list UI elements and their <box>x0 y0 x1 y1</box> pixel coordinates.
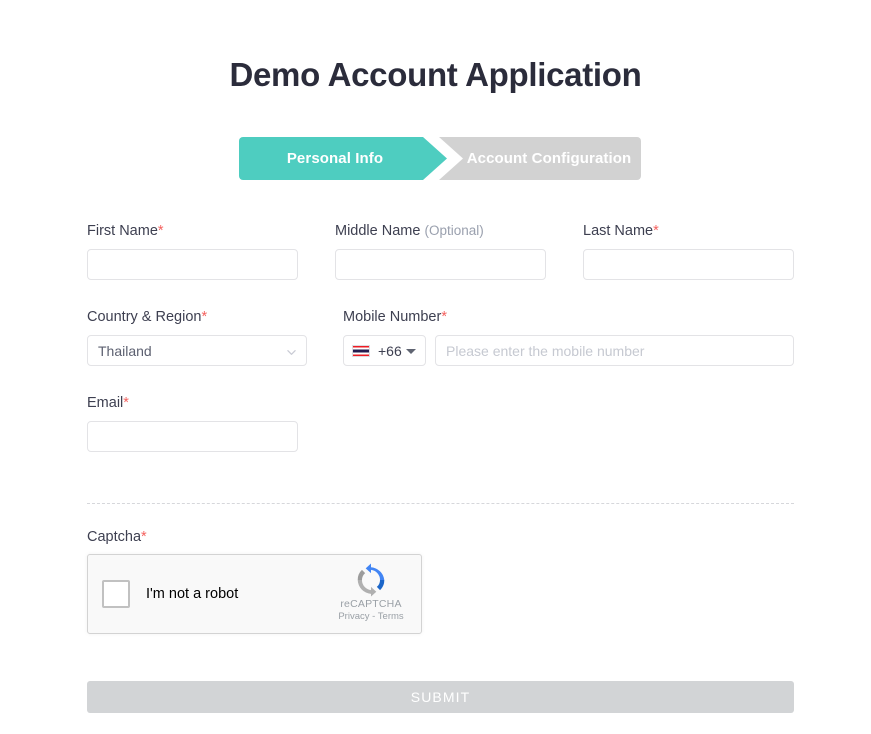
recaptcha-checkbox[interactable] <box>102 580 130 608</box>
country-region-label-text: Country & Region <box>87 309 202 325</box>
recaptcha-privacy-link[interactable]: Privacy <box>338 611 369 622</box>
step-account-configuration-label: Account Configuration <box>466 150 632 167</box>
recaptcha-links: Privacy - Terms <box>331 611 411 623</box>
step-progress-bar: Personal Info Account Configuration <box>239 137 641 180</box>
country-region-select[interactable]: Thailand <box>87 335 307 366</box>
captcha-required-marker: * <box>141 529 147 545</box>
field-country-region: Country & Region* Thailand <box>87 308 307 366</box>
page-title: Demo Account Application <box>229 56 642 93</box>
captcha-section: Captcha* I'm not a robot reCAPTCHA Priva… <box>87 529 422 634</box>
country-region-required-marker: * <box>201 309 208 325</box>
field-email: Email* <box>87 394 298 452</box>
recaptcha-branding: reCAPTCHA Privacy - Terms <box>331 563 411 623</box>
first-name-label-text: First Name <box>87 223 158 239</box>
submit-button[interactable]: SUBMIT <box>87 681 794 713</box>
account-application-page: Demo Account Application Personal Info A… <box>0 0 871 734</box>
middle-name-label-text: Middle Name <box>335 223 421 239</box>
recaptcha-brand-name: reCAPTCHA <box>340 598 402 610</box>
field-last-name: Last Name* <box>583 222 794 280</box>
first-name-label: First Name* <box>87 222 298 240</box>
recaptcha-widget[interactable]: I'm not a robot reCAPTCHA Privacy - Term… <box>87 554 422 634</box>
recaptcha-logo-icon <box>357 563 385 597</box>
mobile-number-input[interactable] <box>435 335 794 366</box>
middle-name-optional-text: (Optional) <box>424 223 484 238</box>
mobile-number-input-wrap <box>435 335 794 366</box>
mobile-number-label-text: Mobile Number <box>343 309 442 325</box>
middle-name-input[interactable] <box>335 249 546 280</box>
middle-name-label: Middle Name (Optional) <box>335 222 546 240</box>
recaptcha-terms-link[interactable]: Terms <box>378 611 404 622</box>
email-required-marker: * <box>123 395 129 411</box>
country-code-value: +66 <box>378 342 402 359</box>
email-input[interactable] <box>87 421 298 452</box>
recaptcha-link-separator: - <box>369 611 378 622</box>
email-label-text: Email <box>87 395 124 411</box>
last-name-label: Last Name* <box>583 222 794 240</box>
first-name-required-marker: * <box>157 223 164 239</box>
recaptcha-checkbox-label: I'm not a robot <box>146 586 239 602</box>
email-label: Email* <box>87 394 298 412</box>
first-name-input[interactable] <box>87 249 298 280</box>
step-account-configuration[interactable]: Account Configuration <box>439 137 641 180</box>
country-region-label: Country & Region* <box>87 308 307 326</box>
mobile-number-label: Mobile Number* <box>343 308 794 326</box>
field-middle-name: Middle Name (Optional) <box>335 222 546 280</box>
mobile-number-row: +66 <box>343 335 794 366</box>
thailand-flag-icon <box>352 344 370 357</box>
last-name-label-text: Last Name <box>583 223 654 239</box>
country-code-select[interactable]: +66 <box>343 335 426 366</box>
country-region-selected-value: Thailand <box>98 342 152 359</box>
step-personal-info-label: Personal Info <box>286 150 384 167</box>
mobile-number-required-marker: * <box>441 309 447 325</box>
last-name-required-marker: * <box>653 223 659 239</box>
field-mobile-number: Mobile Number* +66 <box>343 308 794 366</box>
captcha-label: Captcha* <box>87 529 422 545</box>
last-name-input[interactable] <box>583 249 794 280</box>
country-region-select-box[interactable]: Thailand <box>87 335 307 366</box>
chevron-down-icon <box>287 348 296 357</box>
caret-down-icon <box>406 348 416 354</box>
section-divider <box>87 503 794 504</box>
field-first-name: First Name* <box>87 222 298 280</box>
captcha-label-text: Captcha <box>87 529 142 545</box>
step-personal-info[interactable]: Personal Info <box>239 137 447 180</box>
